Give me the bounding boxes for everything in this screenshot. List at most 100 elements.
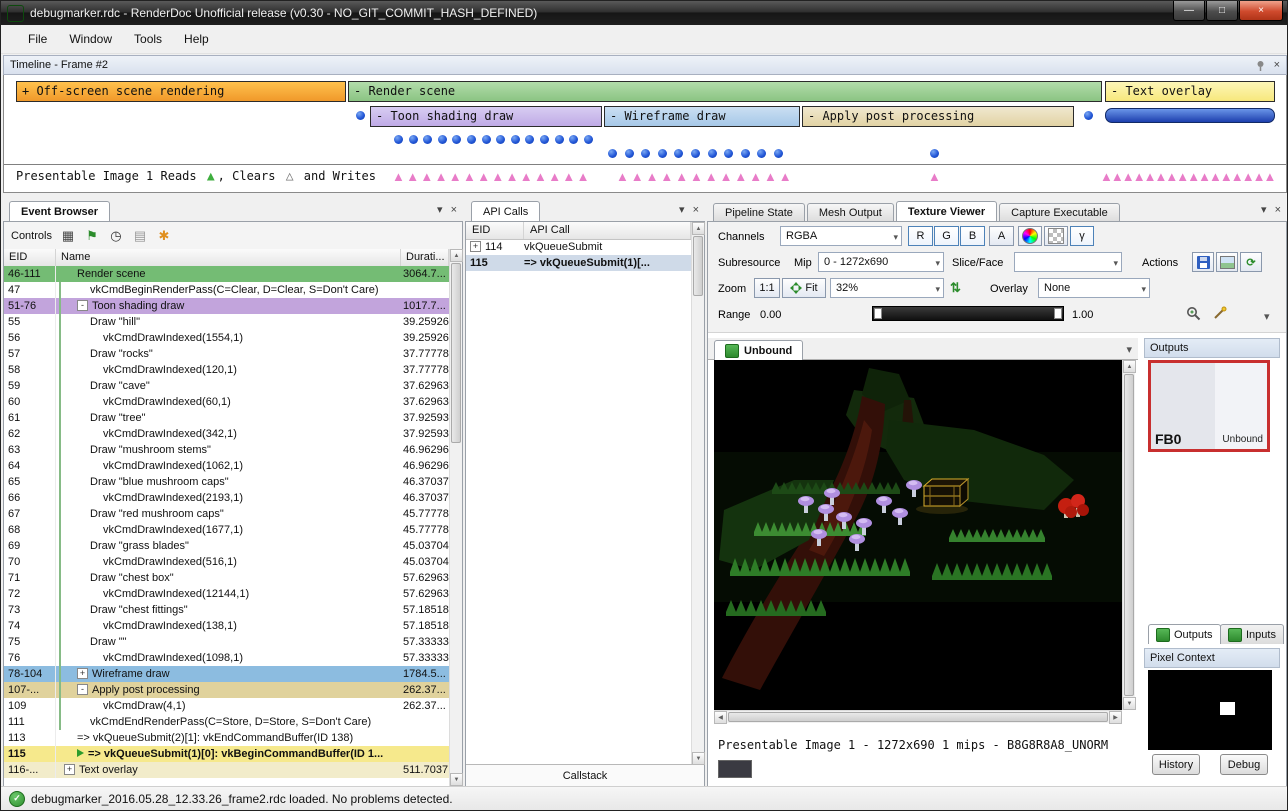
texture-vscrollbar[interactable]: ▲ ▼ bbox=[1122, 360, 1135, 710]
api-calls-scrollbar[interactable]: ▲ ▼ bbox=[691, 222, 704, 765]
texture-tab-list-icon[interactable]: ▾ bbox=[1126, 343, 1132, 356]
write-triangle-icon[interactable]: ▲ bbox=[928, 170, 941, 183]
write-triangle-icon[interactable]: ▲ bbox=[646, 170, 659, 183]
history-button[interactable]: History bbox=[1152, 754, 1200, 775]
event-row[interactable]: 58vkCmdDrawIndexed(120,1)37.77778 bbox=[4, 362, 449, 378]
draw-event-dot[interactable] bbox=[691, 149, 700, 158]
tab-list-icon[interactable]: ▾ bbox=[1261, 203, 1267, 216]
save-texture-button[interactable] bbox=[1192, 252, 1214, 272]
scroll-left-icon[interactable]: ◀ bbox=[714, 711, 727, 724]
write-triangle-icon[interactable]: ▲ bbox=[675, 170, 688, 183]
write-triangle-icon[interactable]: ▲ bbox=[660, 170, 673, 183]
write-triangle-icon[interactable]: ▲ bbox=[734, 170, 747, 183]
tab-event-browser[interactable]: Event Browser bbox=[9, 201, 110, 221]
event-row[interactable]: 76vkCmdDrawIndexed(1098,1)57.33333 bbox=[4, 650, 449, 666]
menu-window[interactable]: Window bbox=[58, 28, 123, 50]
tab-outputs[interactable]: Outputs bbox=[1148, 624, 1221, 644]
event-row[interactable]: 64vkCmdDrawIndexed(1062,1)46.96296 bbox=[4, 458, 449, 474]
event-row[interactable]: 116-...+Text overlay511.7037 bbox=[4, 762, 449, 778]
write-triangle-icon[interactable]: ▲ bbox=[420, 170, 433, 183]
text-overlay-draw-bar[interactable] bbox=[1105, 108, 1275, 123]
fb0-thumbnail[interactable]: FB0 Unbound bbox=[1148, 360, 1270, 452]
event-row[interactable]: 113=> vkQueueSubmit(2)[1]: vkEndCommandB… bbox=[4, 730, 449, 746]
event-row[interactable]: 67Draw "red mushroom caps"45.77778 bbox=[4, 506, 449, 522]
api-call-row[interactable]: 115=> vkQueueSubmit(1)[... bbox=[466, 255, 691, 271]
draw-event-dot[interactable] bbox=[608, 149, 617, 158]
draw-event-dot[interactable] bbox=[525, 135, 534, 144]
event-row[interactable]: 65Draw "blue mushroom caps"46.37037 bbox=[4, 474, 449, 490]
tab-mesh-output[interactable]: Mesh Output bbox=[807, 203, 894, 222]
draw-event-dot[interactable] bbox=[724, 149, 733, 158]
timeline-marker-text-overlay[interactable]: - Text overlay bbox=[1105, 81, 1275, 102]
event-row[interactable]: 56vkCmdDrawIndexed(1554,1)39.25926 bbox=[4, 330, 449, 346]
timeline-body[interactable]: Presentable Image 1 Reads ▲, Clears △ an… bbox=[3, 75, 1287, 193]
write-triangle-icon[interactable]: ▲ bbox=[520, 170, 533, 183]
write-triangle-icon[interactable]: ▲ bbox=[491, 170, 504, 183]
write-triangle-icon[interactable]: ▲ bbox=[506, 170, 519, 183]
maximize-button[interactable]: □ bbox=[1206, 1, 1238, 21]
scroll-up-icon[interactable]: ▲ bbox=[692, 222, 705, 235]
mip-select[interactable]: 0 - 1272x690 bbox=[818, 252, 944, 272]
event-row[interactable]: 55Draw "hill"39.25926 bbox=[4, 314, 449, 330]
close-panel-icon[interactable]: × bbox=[1274, 59, 1280, 71]
scrollbar-thumb[interactable] bbox=[728, 712, 1108, 722]
event-row[interactable]: 109vkCmdDraw(4,1)262.37... bbox=[4, 698, 449, 714]
blue-channel-button[interactable]: B bbox=[960, 226, 985, 246]
event-row[interactable]: 73Draw "chest fittings"57.18518 bbox=[4, 602, 449, 618]
write-triangle-icon[interactable]: ▲ bbox=[449, 170, 462, 183]
close-panel-icon[interactable]: × bbox=[693, 204, 699, 216]
event-row[interactable]: 111vkCmdEndRenderPass(C=Store, D=Store, … bbox=[4, 714, 449, 730]
draw-event-dot[interactable] bbox=[467, 135, 476, 144]
draw-event-dot[interactable] bbox=[409, 135, 418, 144]
write-triangle-icon[interactable]: ▲ bbox=[690, 170, 703, 183]
red-channel-button[interactable]: R bbox=[908, 226, 933, 246]
draw-event-dot[interactable] bbox=[658, 149, 667, 158]
menu-help[interactable]: Help bbox=[173, 28, 220, 50]
event-row[interactable]: 115=> vkQueueSubmit(1)[0]: vkBeginComman… bbox=[4, 746, 449, 762]
event-row[interactable]: 63Draw "mushroom stems"46.96296 bbox=[4, 442, 449, 458]
goto-eid-icon[interactable]: ⚑ bbox=[83, 227, 101, 245]
collapse-icon[interactable]: - bbox=[77, 300, 88, 311]
pin-icon[interactable] bbox=[1255, 60, 1266, 71]
range-slider[interactable] bbox=[872, 306, 1064, 321]
api-call-row[interactable]: +114vkQueueSubmit bbox=[466, 239, 691, 255]
event-row[interactable]: 61Draw "tree"37.92593 bbox=[4, 410, 449, 426]
draw-event-dot[interactable] bbox=[540, 135, 549, 144]
timeline-marker-wireframe-draw[interactable]: - Wireframe draw bbox=[604, 106, 800, 127]
title-bar[interactable]: debugmarker.rdc - RenderDoc Unofficial r… bbox=[1, 1, 1287, 25]
draw-event-dot[interactable] bbox=[930, 149, 939, 158]
expand-icon[interactable]: + bbox=[470, 241, 481, 252]
timeline-marker-apply-post-processing[interactable]: - Apply post processing bbox=[802, 106, 1074, 127]
draw-event-dot[interactable] bbox=[482, 135, 491, 144]
scroll-up-icon[interactable]: ▲ bbox=[1123, 360, 1136, 373]
write-triangle-icon[interactable]: ▲ bbox=[477, 170, 490, 183]
tab-unbound-texture[interactable]: Unbound bbox=[714, 340, 803, 360]
autofit-button[interactable] bbox=[1212, 306, 1227, 324]
bookmark-icon[interactable]: ✱ bbox=[155, 227, 173, 245]
stats-icon[interactable]: ▤ bbox=[131, 227, 149, 245]
write-triangle-icon[interactable]: ▲ bbox=[534, 170, 547, 183]
event-row[interactable]: 72vkCmdDrawIndexed(12144,1)57.62963 bbox=[4, 586, 449, 602]
range-min-handle[interactable] bbox=[874, 308, 882, 319]
debug-button[interactable]: Debug bbox=[1220, 754, 1268, 775]
tab-capture-executable[interactable]: Capture Executable bbox=[999, 203, 1120, 222]
write-triangle-icon[interactable]: ▲ bbox=[1264, 170, 1277, 183]
draw-event-dot[interactable] bbox=[569, 135, 578, 144]
event-row[interactable]: 51-76-Toon shading draw1017.7... bbox=[4, 298, 449, 314]
scrollbar-thumb[interactable] bbox=[693, 236, 703, 296]
draw-event-dot[interactable] bbox=[625, 149, 634, 158]
zoom-select[interactable]: 32% bbox=[830, 278, 944, 298]
pixel-context-view[interactable] bbox=[1148, 670, 1272, 750]
tab-list-icon[interactable]: ▾ bbox=[679, 203, 685, 216]
close-panel-icon[interactable]: × bbox=[451, 204, 457, 216]
draw-event-dot[interactable] bbox=[774, 149, 783, 158]
draw-event-dot[interactable] bbox=[757, 149, 766, 158]
event-row[interactable]: 71Draw "chest box"57.62963 bbox=[4, 570, 449, 586]
green-channel-button[interactable]: G bbox=[934, 226, 959, 246]
range-max-handle[interactable] bbox=[1054, 308, 1062, 319]
draw-event-dot[interactable] bbox=[1084, 111, 1093, 120]
event-browser-scrollbar[interactable]: ▲ ▼ bbox=[449, 249, 462, 786]
event-row[interactable]: 69Draw "grass blades"45.03704 bbox=[4, 538, 449, 554]
scroll-up-icon[interactable]: ▲ bbox=[450, 249, 463, 262]
event-row[interactable]: 46-111Render scene3064.7... bbox=[4, 266, 449, 282]
